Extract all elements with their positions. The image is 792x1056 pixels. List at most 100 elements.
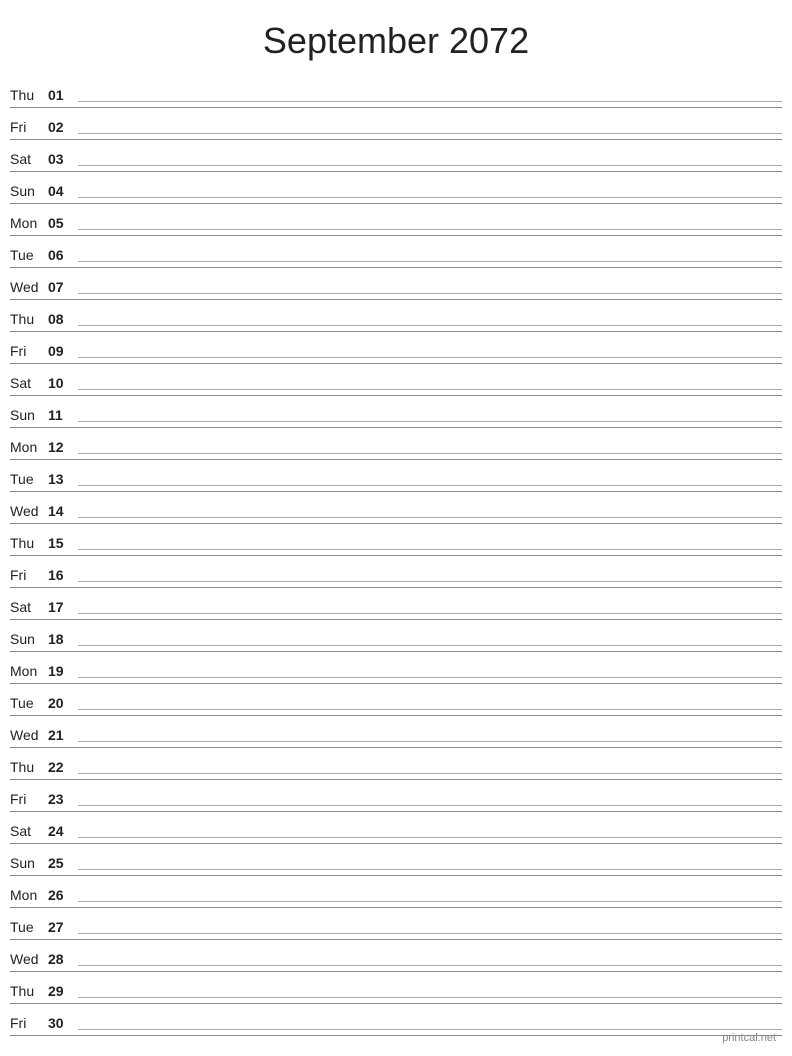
day-number: 20 [48,695,78,711]
day-number: 14 [48,503,78,519]
day-name: Tue [10,695,48,711]
day-number: 19 [48,663,78,679]
day-row: Sun11 [10,398,782,428]
day-number: 17 [48,599,78,615]
day-name: Fri [10,567,48,583]
day-line [78,677,782,678]
day-number: 05 [48,215,78,231]
day-line [78,901,782,902]
day-line [78,133,782,134]
day-number: 10 [48,375,78,391]
day-number: 24 [48,823,78,839]
day-number: 28 [48,951,78,967]
day-number: 02 [48,119,78,135]
day-name: Thu [10,87,48,103]
day-number: 21 [48,727,78,743]
day-name: Mon [10,663,48,679]
day-name: Wed [10,727,48,743]
day-name: Sun [10,183,48,199]
day-row: Fri16 [10,558,782,588]
day-name: Thu [10,983,48,999]
day-number: 26 [48,887,78,903]
day-name: Tue [10,919,48,935]
day-number: 27 [48,919,78,935]
day-number: 18 [48,631,78,647]
day-row: Sat17 [10,590,782,620]
day-line [78,773,782,774]
day-number: 30 [48,1015,78,1031]
day-line [78,229,782,230]
day-line [78,485,782,486]
day-name: Wed [10,951,48,967]
day-row: Tue20 [10,686,782,716]
day-number: 04 [48,183,78,199]
day-line [78,645,782,646]
day-row: Wed21 [10,718,782,748]
day-row: Wed14 [10,494,782,524]
day-row: Thu01 [10,78,782,108]
day-name: Wed [10,503,48,519]
day-name: Thu [10,535,48,551]
day-line [78,389,782,390]
day-line [78,517,782,518]
day-number: 03 [48,151,78,167]
day-line [78,421,782,422]
day-row: Wed28 [10,942,782,972]
day-line [78,869,782,870]
day-name: Thu [10,311,48,327]
day-number: 29 [48,983,78,999]
day-name: Fri [10,119,48,135]
day-row: Sat24 [10,814,782,844]
day-row: Tue27 [10,910,782,940]
day-line [78,805,782,806]
day-number: 08 [48,311,78,327]
day-line [78,357,782,358]
day-row: Mon26 [10,878,782,908]
day-line [78,613,782,614]
day-name: Sat [10,823,48,839]
day-row: Sun18 [10,622,782,652]
day-row: Mon19 [10,654,782,684]
footer-text: printcal.net [722,1032,776,1044]
day-name: Fri [10,1015,48,1031]
day-row: Tue13 [10,462,782,492]
day-row: Mon12 [10,430,782,460]
day-line [78,1029,782,1030]
day-row: Sat03 [10,142,782,172]
day-line [78,261,782,262]
day-number: 15 [48,535,78,551]
day-line [78,741,782,742]
day-name: Mon [10,887,48,903]
day-line [78,197,782,198]
day-name: Mon [10,215,48,231]
day-line [78,581,782,582]
day-row: Wed07 [10,270,782,300]
day-number: 09 [48,343,78,359]
day-row: Fri23 [10,782,782,812]
day-name: Sat [10,375,48,391]
day-number: 11 [48,407,78,423]
day-line [78,549,782,550]
day-name: Thu [10,759,48,775]
day-row: Tue06 [10,238,782,268]
day-line [78,453,782,454]
day-number: 25 [48,855,78,871]
day-number: 22 [48,759,78,775]
day-number: 06 [48,247,78,263]
day-line [78,965,782,966]
day-number: 16 [48,567,78,583]
day-line [78,101,782,102]
day-name: Sun [10,855,48,871]
day-line [78,293,782,294]
day-row: Mon05 [10,206,782,236]
day-name: Mon [10,439,48,455]
day-row: Fri09 [10,334,782,364]
calendar-container: Thu01Fri02Sat03Sun04Mon05Tue06Wed07Thu08… [0,78,792,1036]
day-number: 13 [48,471,78,487]
day-line [78,997,782,998]
day-line [78,933,782,934]
page-title: September 2072 [0,0,792,78]
day-row: Sat10 [10,366,782,396]
day-name: Tue [10,471,48,487]
day-name: Wed [10,279,48,295]
